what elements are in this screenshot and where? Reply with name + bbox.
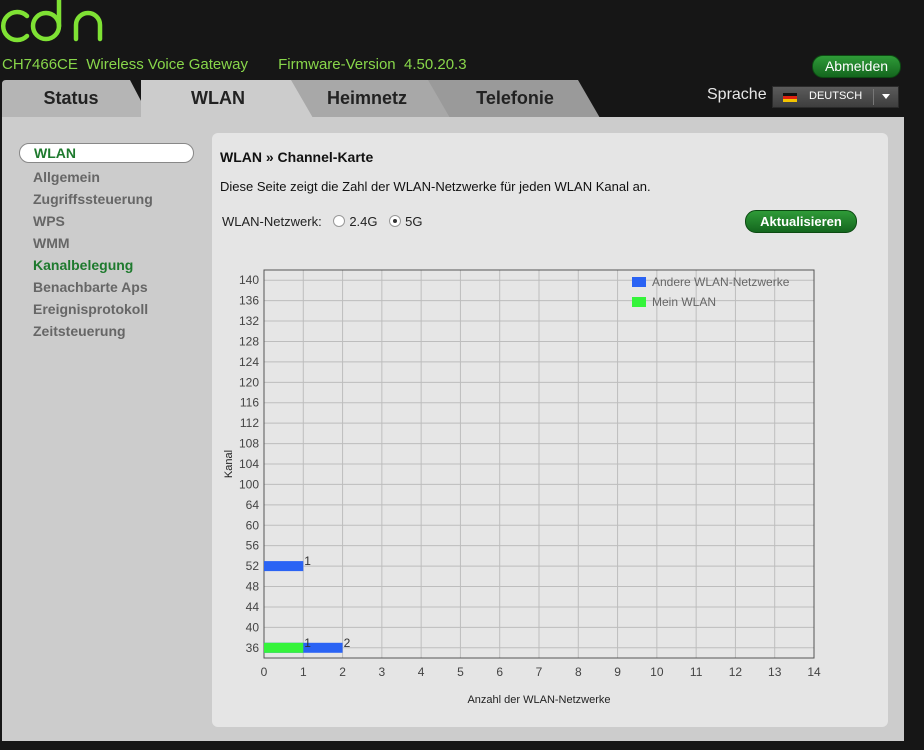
bar-other xyxy=(264,561,304,572)
x-tick-label: 9 xyxy=(614,665,621,679)
data-label: 1 xyxy=(304,554,311,568)
model-name: CH7466CE xyxy=(2,56,78,73)
sidebar-item-allgemein[interactable]: Allgemein xyxy=(19,166,194,188)
main-tabs: Status Heimnetz Telefonie WLAN xyxy=(0,80,610,118)
channel-chart: 0 1 2 3 4 5 6 7 8 9 10 11 12 13 1436404448525660641001… xyxy=(223,269,821,706)
x-tick-label: 0 xyxy=(261,665,268,679)
band-selector: WLAN-Netzwerk: 2.4G 5G xyxy=(222,214,422,229)
legend-swatch xyxy=(632,297,646,307)
sidebar-item-wlan[interactable]: WLAN xyxy=(19,143,194,163)
y-tick-label: 124 xyxy=(239,355,259,369)
legend-swatch xyxy=(632,277,646,287)
x-tick-label: 14 xyxy=(807,665,821,679)
y-tick-label: 140 xyxy=(239,273,259,287)
y-tick-label: 64 xyxy=(246,498,260,512)
legend-label: Mein WLAN xyxy=(652,295,716,309)
x-tick-label: 13 xyxy=(768,665,782,679)
y-tick-label: 52 xyxy=(246,559,260,573)
sidebar-item-ereignisprotokoll[interactable]: Ereignisprotokoll xyxy=(19,298,194,320)
sidebar-item-benachbarte-aps[interactable]: Benachbarte Aps xyxy=(19,276,194,298)
x-tick-label: 12 xyxy=(729,665,743,679)
y-tick-label: 136 xyxy=(239,294,259,308)
firmware-version: 4.50.20.3 xyxy=(404,56,467,73)
tab-status-label: Status xyxy=(43,88,99,108)
sidebar-item-zugriffssteuerung[interactable]: Zugriffssteuerung xyxy=(19,188,194,210)
language-divider xyxy=(873,89,874,105)
y-tick-label: 40 xyxy=(246,620,260,634)
tab-status[interactable]: Status xyxy=(2,80,150,118)
tab-wlan-label: WLAN xyxy=(191,88,245,108)
tab-telefonie-label: Telefonie xyxy=(476,88,554,108)
x-tick-label: 2 xyxy=(339,665,346,679)
y-tick-label: 60 xyxy=(246,518,260,532)
page-title: WLAN » Channel-Karte xyxy=(220,149,374,165)
x-tick-label: 11 xyxy=(690,665,703,679)
radio-5g-label: 5G xyxy=(405,214,423,229)
language-select[interactable]: DEUTSCH xyxy=(772,86,899,108)
tab-wlan[interactable]: WLAN xyxy=(141,80,313,118)
y-tick-label: 132 xyxy=(239,314,259,328)
data-label: 1 xyxy=(304,636,311,650)
y-tick-label: 48 xyxy=(246,580,260,594)
x-tick-label: 5 xyxy=(457,665,464,679)
y-tick-label: 128 xyxy=(239,334,259,348)
sidebar-item-wmm[interactable]: WMM xyxy=(19,232,194,254)
y-tick-label: 100 xyxy=(239,477,259,491)
firmware-label: Firmware-Version xyxy=(278,56,396,73)
y-tick-label: 116 xyxy=(240,396,259,410)
sidebar-nav: WLAN Allgemein Zugriffssteuerung WPS WMM… xyxy=(19,143,194,342)
x-tick-label: 8 xyxy=(575,665,582,679)
y-tick-label: 112 xyxy=(240,416,259,430)
language-label: Sprache xyxy=(707,86,767,103)
sidebar-item-wps[interactable]: WPS xyxy=(19,210,194,232)
bar-mine xyxy=(264,642,304,653)
main-area: WLAN Allgemein Zugriffssteuerung WPS WMM… xyxy=(2,117,904,741)
x-tick-label: 10 xyxy=(650,665,664,679)
page-description: Diese Seite zeigt die Zahl der WLAN-Netz… xyxy=(220,179,651,194)
radio-24g-label: 2.4G xyxy=(349,214,378,229)
y-tick-label: 108 xyxy=(239,437,259,451)
content-panel: WLAN » Channel-Karte Diese Seite zeigt d… xyxy=(212,133,888,727)
sidebar-item-kanalbelegung[interactable]: Kanalbelegung xyxy=(19,254,194,276)
radio-5g[interactable] xyxy=(389,215,402,227)
data-label: 2 xyxy=(344,636,351,650)
refresh-button[interactable]: Aktualisieren xyxy=(745,210,857,233)
y-tick-label: 120 xyxy=(239,375,259,389)
y-tick-label: 56 xyxy=(246,539,260,553)
x-tick-label: 4 xyxy=(418,665,425,679)
y-tick-label: 36 xyxy=(246,641,260,655)
x-axis-label: Anzahl der WLAN-Netzwerke xyxy=(467,694,610,706)
x-tick-label: 3 xyxy=(379,665,386,679)
logout-button[interactable]: Abmelden xyxy=(812,55,901,78)
y-tick-label: 104 xyxy=(239,457,259,471)
device-info: CH7466CE Wireless Voice Gateway Firmware… xyxy=(2,56,467,73)
radio-24g[interactable] xyxy=(333,215,346,227)
language-value: DEUTSCH xyxy=(809,90,863,102)
cbn-logo xyxy=(0,0,103,43)
flag-de-icon xyxy=(783,93,797,102)
sidebar-item-zeitsteuerung[interactable]: Zeitsteuerung xyxy=(19,320,194,342)
legend-label: Andere WLAN-Netzwerke xyxy=(652,275,790,289)
x-tick-label: 1 xyxy=(300,665,307,679)
y-tick-label: 44 xyxy=(246,600,260,614)
band-label: WLAN-Netzwerk: xyxy=(222,214,322,229)
product-name: Wireless Voice Gateway xyxy=(86,56,248,73)
y-axis-label: Kanal xyxy=(223,450,235,478)
x-tick-label: 7 xyxy=(536,665,543,679)
chevron-down-icon xyxy=(882,94,890,99)
tab-telefonie[interactable]: Telefonie xyxy=(428,80,600,118)
x-tick-label: 6 xyxy=(496,665,503,679)
